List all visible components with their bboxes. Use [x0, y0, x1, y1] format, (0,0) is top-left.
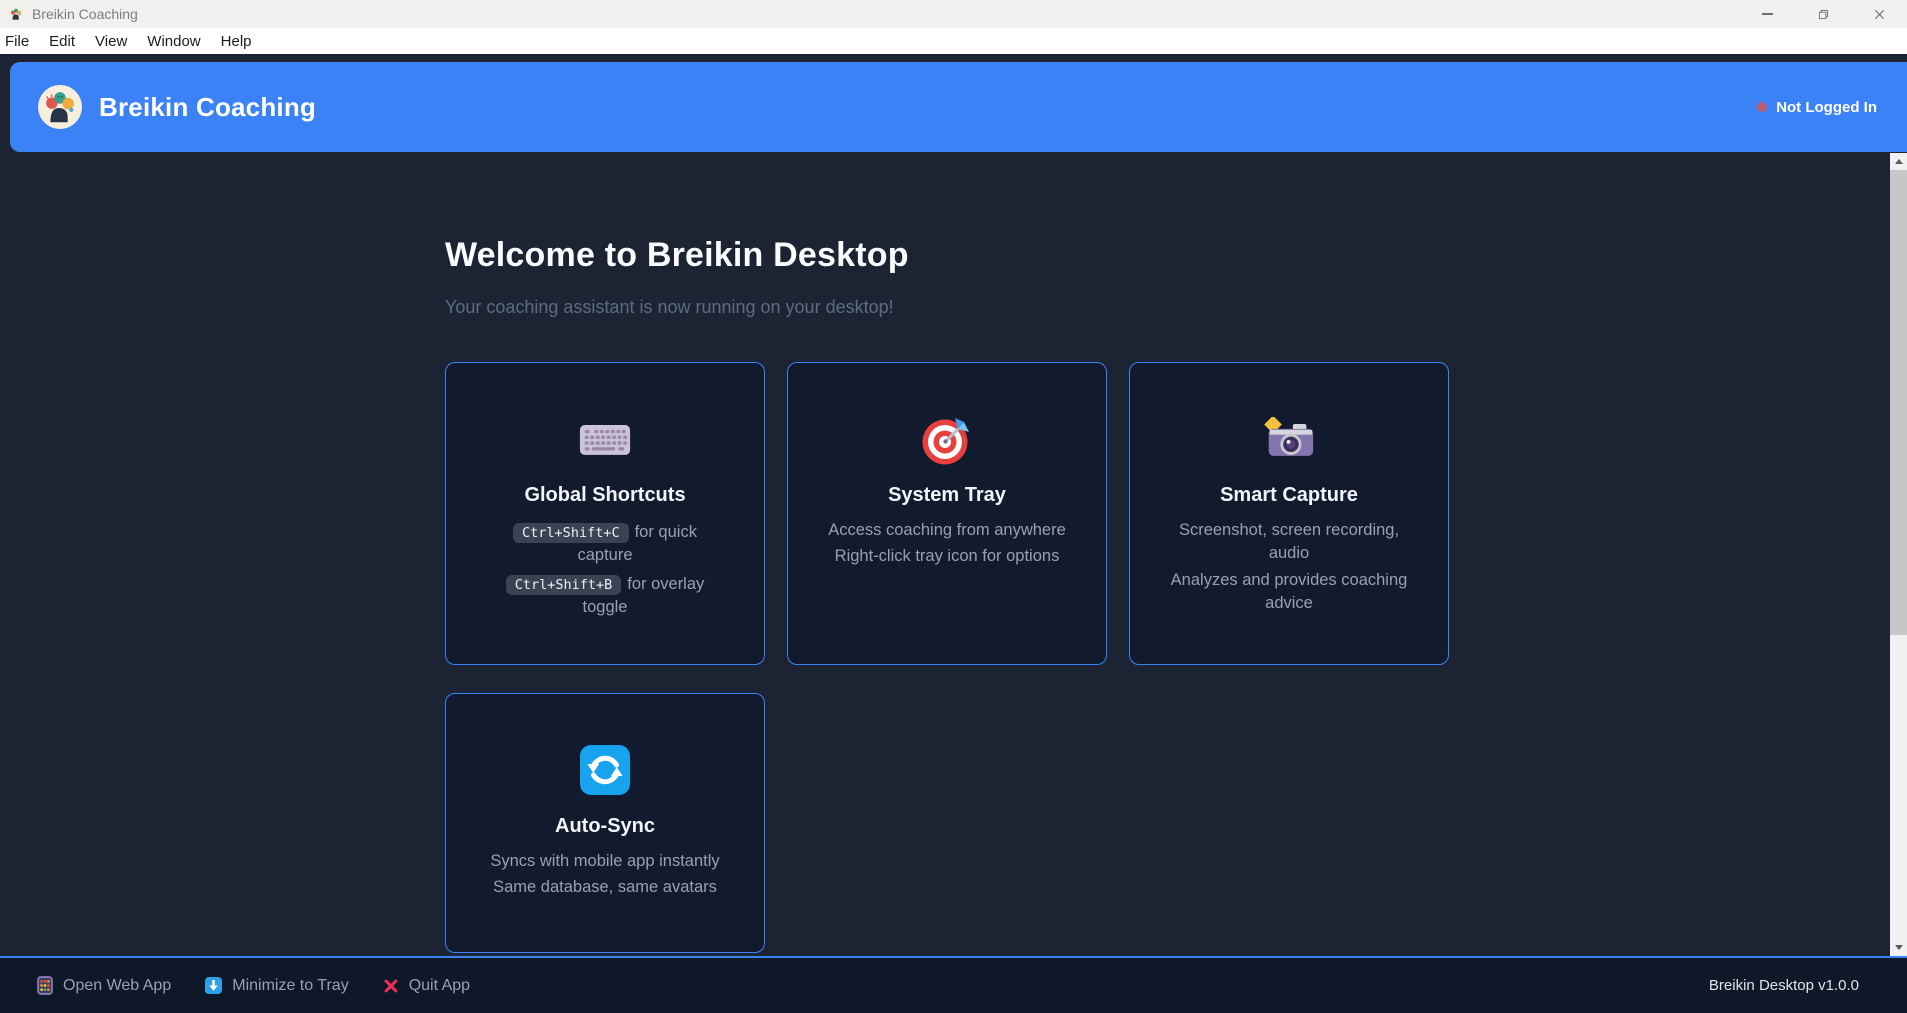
card-title: Smart Capture: [1220, 484, 1358, 507]
menu-view[interactable]: View: [85, 33, 137, 50]
quit-app-button[interactable]: Quit App: [383, 977, 470, 995]
shortcut-line: Ctrl+Shift+Cfor quick capture: [491, 521, 719, 568]
open-web-app-button[interactable]: Open Web App: [37, 976, 171, 995]
minimize-to-tray-button[interactable]: Minimize to Tray: [205, 977, 348, 995]
minimize-button[interactable]: [1739, 0, 1795, 28]
restore-icon: [1818, 9, 1829, 20]
card-line: Same database, same avatars: [490, 876, 719, 899]
camera-icon: [1261, 409, 1317, 469]
scrollbar-thumb[interactable]: [1890, 170, 1907, 635]
minimize-icon: [1762, 13, 1773, 14]
feature-card-global-shortcuts: Global Shortcuts Ctrl+Shift+Cfor quick c…: [445, 362, 765, 665]
open-web-app-label: Open Web App: [63, 977, 171, 995]
page-subtitle: Your coaching assistant is now running o…: [445, 297, 894, 318]
app-header: Breikin Coaching Not Logged In: [10, 62, 1907, 152]
page-title: Welcome to Breikin Desktop: [445, 236, 909, 275]
menu-file[interactable]: File: [0, 33, 39, 50]
footer-bar: Open Web App Minimize to Tray Quit App B…: [0, 956, 1907, 1013]
titlebar: Breikin Coaching: [0, 0, 1907, 28]
feature-card-smart-capture: Smart Capture Screenshot, screen recordi…: [1129, 362, 1449, 665]
login-status[interactable]: Not Logged In: [1757, 99, 1877, 116]
card-body: Access coaching from anywhere Right-clic…: [828, 516, 1066, 572]
feature-cards-grid: Global Shortcuts Ctrl+Shift+Cfor quick c…: [445, 362, 1450, 953]
sync-icon: [580, 740, 630, 800]
restore-button[interactable]: [1795, 0, 1851, 28]
card-body: Ctrl+Shift+Cfor quick capture Ctrl+Shift…: [491, 516, 719, 625]
kbd-chip: Ctrl+Shift+B: [506, 575, 622, 595]
breikin-logo-icon: [38, 85, 82, 129]
menu-window[interactable]: Window: [137, 33, 210, 50]
tray-minimize-icon: [205, 977, 222, 994]
scroll-up-button[interactable]: [1890, 153, 1907, 170]
card-title: Global Shortcuts: [524, 484, 685, 507]
scroll-down-button[interactable]: [1890, 939, 1907, 956]
feature-card-auto-sync: Auto-Sync Syncs with mobile app instantl…: [445, 693, 765, 953]
keyboard-icon: [578, 409, 632, 469]
card-line: Right-click tray icon for options: [828, 545, 1066, 568]
menubar: File Edit View Window Help: [0, 28, 1907, 54]
login-status-label: Not Logged In: [1776, 99, 1877, 116]
app-window: { "window": { "title": "Breikin Coaching…: [0, 0, 1907, 1013]
quit-app-label: Quit App: [409, 977, 470, 995]
web-app-icon: [37, 976, 53, 995]
menu-edit[interactable]: Edit: [39, 33, 85, 50]
menu-help[interactable]: Help: [211, 33, 262, 50]
card-body: Syncs with mobile app instantly Same dat…: [490, 847, 719, 903]
scroll-up-icon: [1895, 159, 1903, 164]
card-body: Screenshot, screen recording, audio Anal…: [1157, 516, 1421, 619]
header-app-title: Breikin Coaching: [99, 92, 316, 123]
close-button[interactable]: [1851, 0, 1907, 28]
card-title: System Tray: [888, 484, 1006, 507]
card-title: Auto-Sync: [555, 815, 655, 838]
minimize-to-tray-label: Minimize to Tray: [232, 977, 348, 995]
target-icon: [919, 409, 975, 469]
app-content-area: Breikin Coaching Not Logged In Welcome t…: [0, 54, 1907, 1013]
card-line: Analyzes and provides coaching advice: [1157, 569, 1421, 616]
shortcut-line: Ctrl+Shift+Bfor overlay toggle: [491, 573, 719, 620]
kbd-chip: Ctrl+Shift+C: [513, 523, 629, 543]
scroll-down-icon: [1895, 945, 1903, 950]
vertical-scrollbar[interactable]: [1890, 153, 1907, 956]
card-line: Syncs with mobile app instantly: [490, 850, 719, 873]
quit-icon: [383, 978, 399, 994]
feature-card-system-tray: System Tray Access coaching from anywher…: [787, 362, 1107, 665]
card-line: Access coaching from anywhere: [828, 519, 1066, 542]
app-logo-icon: [8, 6, 24, 22]
window-title: Breikin Coaching: [32, 6, 138, 22]
version-label: Breikin Desktop v1.0.0: [1709, 977, 1859, 994]
status-dot-icon: [1757, 102, 1767, 112]
close-icon: [1874, 9, 1885, 20]
card-line: Screenshot, screen recording, audio: [1157, 519, 1421, 566]
